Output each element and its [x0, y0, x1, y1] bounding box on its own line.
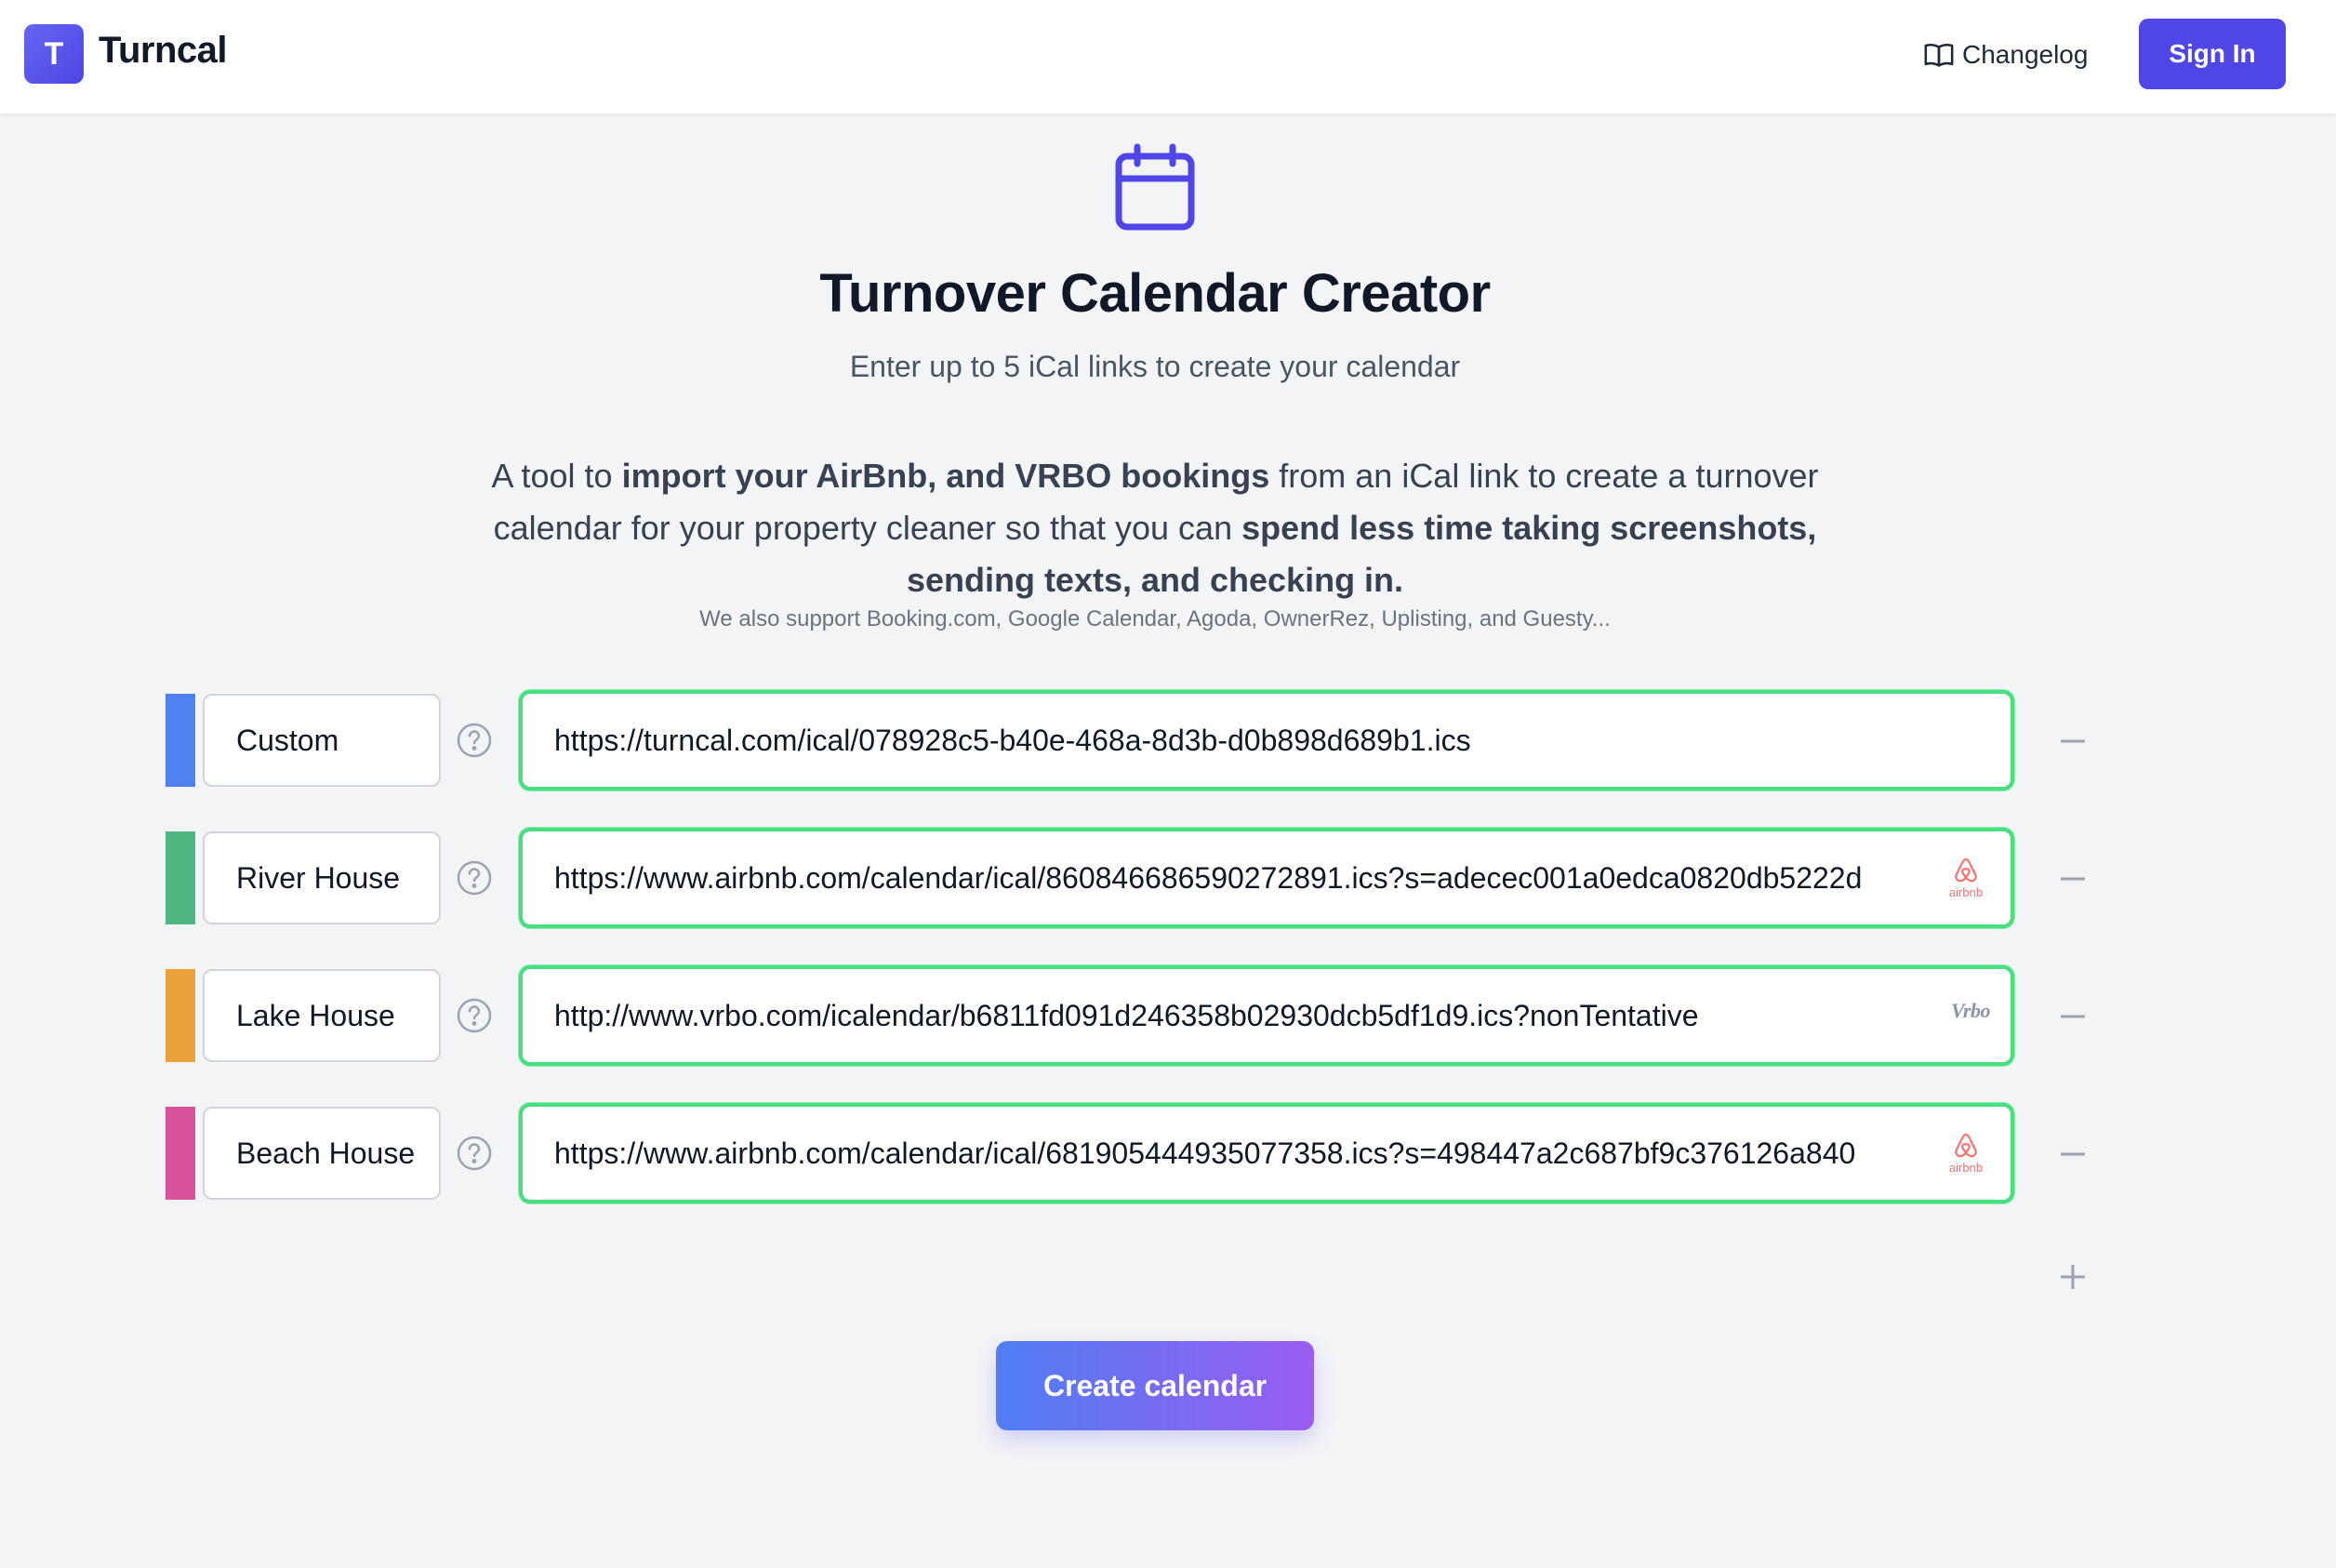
help-icon[interactable]	[456, 722, 493, 759]
color-swatch[interactable]	[166, 831, 195, 924]
ical-url-field: airbnb	[519, 828, 2014, 928]
ical-url-field	[519, 690, 2014, 791]
changelog-link[interactable]: Changelog	[1923, 33, 2088, 76]
desc-part-2: import your AirBnb, and VRBO bookings	[621, 457, 1270, 495]
logo-badge[interactable]: T	[24, 24, 84, 84]
calendar-name-input[interactable]	[203, 831, 441, 924]
ical-url-field: Vrbo	[519, 965, 2014, 1066]
calendar-name-input[interactable]	[203, 1107, 441, 1200]
add-row-icon[interactable]	[2057, 1261, 2089, 1293]
airbnb-icon	[1955, 1133, 1977, 1158]
remove-row-icon[interactable]	[2057, 725, 2089, 757]
top-nav: T Turncal Changelog Sign In	[0, 0, 2336, 113]
page-title: Turnover Calendar Creator	[819, 263, 1491, 324]
calendar-row: Vrbo	[0, 965, 2336, 1066]
help-icon[interactable]	[456, 1135, 493, 1172]
remove-row-icon[interactable]	[2057, 1001, 2089, 1032]
color-swatch[interactable]	[166, 694, 195, 787]
calendar-name-input[interactable]	[203, 969, 441, 1062]
calendar-name-input[interactable]	[203, 694, 441, 787]
logo-letter: T	[44, 35, 64, 72]
vrbo-logo: Vrbo	[1950, 999, 1991, 1022]
calendar-row: airbnb	[0, 1103, 2336, 1203]
help-icon[interactable]	[456, 859, 493, 897]
airbnb-logo: airbnb	[1942, 1129, 1990, 1177]
airbnb-logo: airbnb	[1942, 854, 1990, 902]
page-subtitle: Enter up to 5 iCal links to create your …	[849, 350, 1461, 383]
ical-url-field: airbnb	[519, 1103, 2014, 1203]
changelog-label: Changelog	[1962, 40, 2089, 69]
airbnb-logo-text: airbnb	[1948, 1161, 1984, 1175]
color-swatch[interactable]	[166, 969, 195, 1062]
help-icon[interactable]	[456, 997, 493, 1034]
ical-url-input[interactable]	[554, 1107, 1931, 1200]
remove-row-icon[interactable]	[2057, 1138, 2089, 1170]
ical-url-input[interactable]	[554, 831, 1931, 924]
calendar-row: airbnb	[0, 828, 2336, 928]
brand-name[interactable]: Turncal	[99, 30, 228, 72]
supported-platforms-note: We also support Booking.com, Google Cale…	[699, 606, 1611, 631]
airbnb-icon	[1955, 857, 1977, 883]
calendar-icon	[1115, 143, 1195, 231]
ical-url-input[interactable]	[554, 969, 1931, 1062]
desc-part-1: A tool to	[491, 457, 622, 495]
airbnb-logo-text: airbnb	[1948, 885, 1984, 899]
calendar-row	[0, 690, 2336, 791]
book-icon	[1924, 43, 1954, 67]
sign-in-button[interactable]: Sign In	[2139, 19, 2286, 89]
remove-row-icon[interactable]	[2057, 863, 2089, 895]
create-calendar-button[interactable]: Create calendar	[996, 1341, 1314, 1430]
ical-url-input[interactable]	[554, 694, 1931, 787]
tool-description: A tool to import your AirBnb, and VRBO b…	[484, 450, 1826, 606]
color-swatch[interactable]	[166, 1107, 195, 1200]
